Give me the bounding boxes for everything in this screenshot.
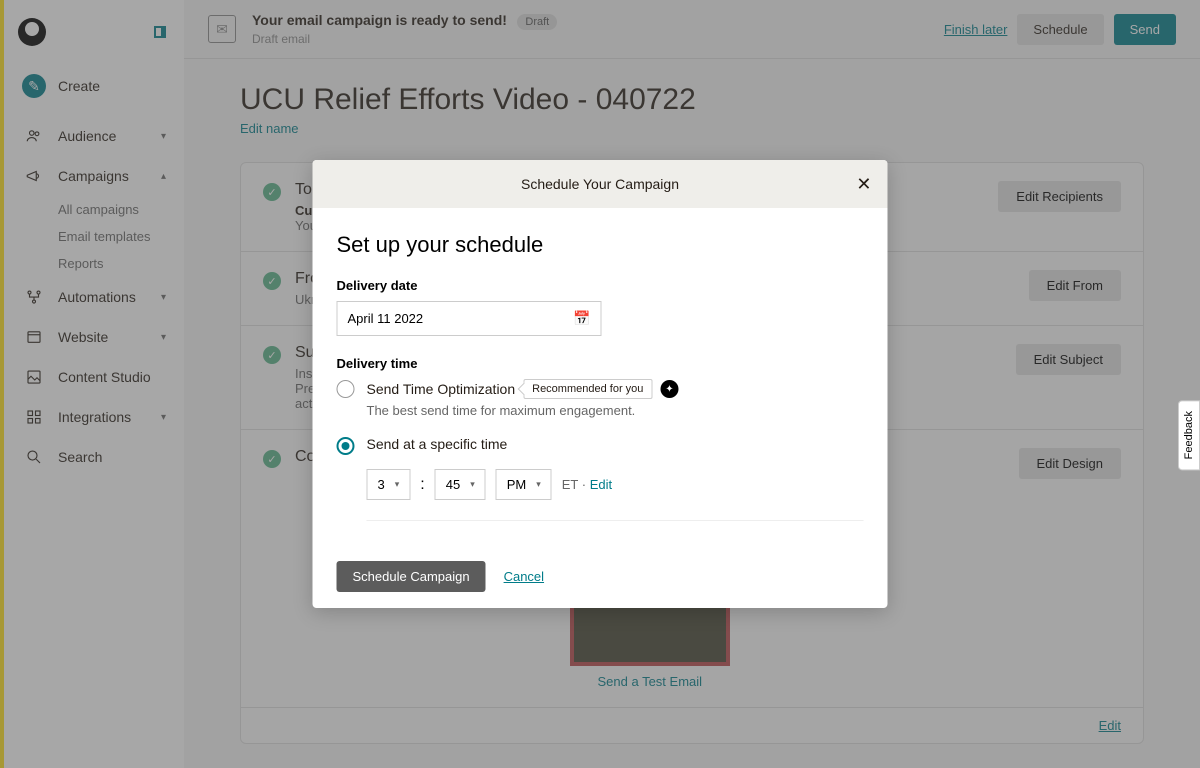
radio-icon xyxy=(337,380,355,398)
opt-desc: The best send time for maximum engagemen… xyxy=(367,403,864,418)
schedule-modal: Schedule Your Campaign ✕ Set up your sch… xyxy=(313,160,888,608)
schedule-campaign-button[interactable]: Schedule Campaign xyxy=(337,561,486,592)
edit-tz-link[interactable]: Edit xyxy=(590,477,612,492)
modal-title: Set up your schedule xyxy=(337,232,864,258)
date-label: Delivery date xyxy=(337,278,864,293)
radio-send-time-opt[interactable]: Send Time Optimization Recommended for y… xyxy=(337,379,864,399)
cancel-link[interactable]: Cancel xyxy=(504,569,544,584)
calendar-icon: 📅 xyxy=(573,310,590,327)
radio-specific-time[interactable]: Send at a specific time xyxy=(337,436,864,455)
sparkle-icon: ✦ xyxy=(660,380,678,398)
close-icon[interactable]: ✕ xyxy=(856,174,871,195)
hour-select[interactable]: 3▾ xyxy=(367,469,411,500)
ampm-select[interactable]: PM▾ xyxy=(496,469,552,500)
date-input[interactable]: April 11 2022 📅 xyxy=(337,301,602,336)
date-value: April 11 2022 xyxy=(348,311,424,326)
time-label: Delivery time xyxy=(337,356,864,371)
minute-select[interactable]: 45▾ xyxy=(435,469,486,500)
feedback-tab[interactable]: Feedback xyxy=(1178,400,1200,470)
modal-header: Schedule Your Campaign ✕ xyxy=(313,160,888,208)
timezone-label: ET · Edit xyxy=(562,477,612,492)
radio-icon xyxy=(337,437,355,455)
recommended-badge: Recommended for you xyxy=(523,379,652,399)
